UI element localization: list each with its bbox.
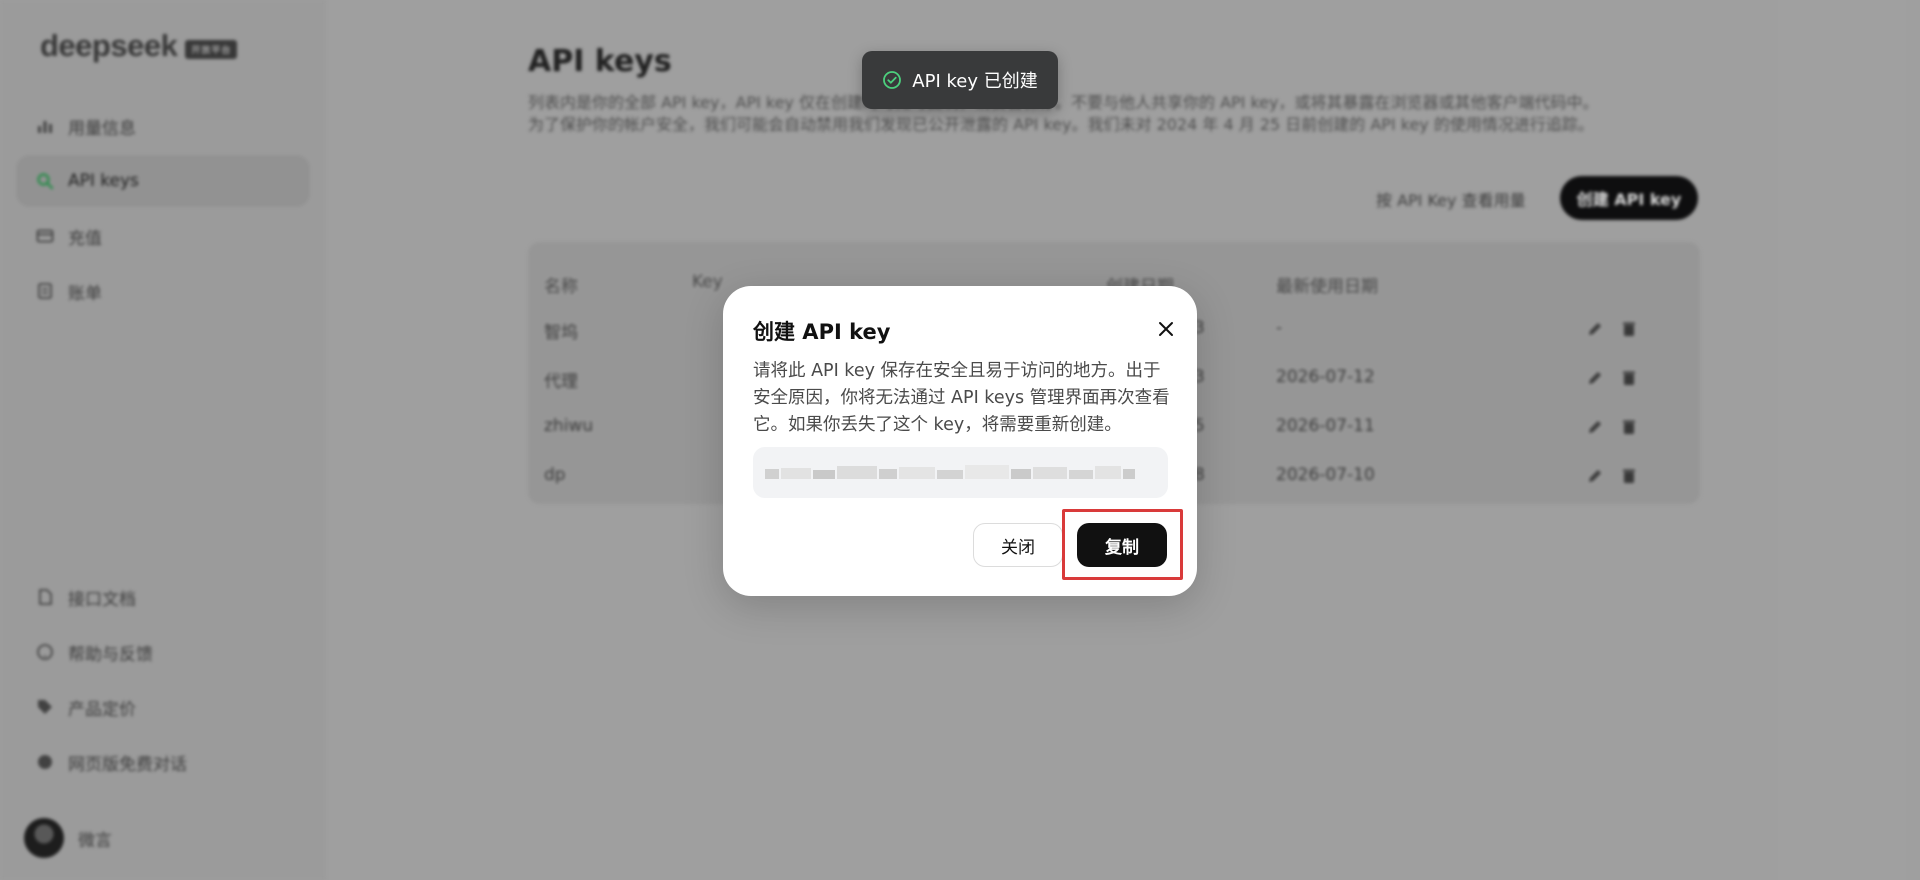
close-button[interactable]: 关闭 — [973, 523, 1063, 567]
dialog-message-line: 它。如果你丢失了这个 key，将需要重新创建。 — [753, 415, 1122, 435]
redacted-key-mosaic — [765, 465, 1135, 479]
close-icon[interactable] — [1151, 314, 1181, 344]
dialog-message-line: 请将此 API key 保存在安全且易于访问的地方。出于 — [753, 361, 1161, 381]
dialog-message: 请将此 API key 保存在安全且易于访问的地方。出于 安全原因，你将无法通过… — [753, 358, 1173, 439]
dialog-message-line: 安全原因，你将无法通过 API keys 管理界面再次查看 — [753, 388, 1170, 408]
dialog-title: 创建 API key — [753, 320, 891, 344]
check-circle-icon — [883, 71, 902, 89]
api-key-field[interactable] — [753, 447, 1168, 498]
create-api-key-dialog: 创建 API key 请将此 API key 保存在安全且易于访问的地方。出于 … — [723, 286, 1197, 596]
success-toast: API key 已创建 — [862, 51, 1058, 109]
copy-button[interactable]: 复制 — [1077, 523, 1167, 567]
toast-text: API key 已创建 — [912, 71, 1038, 92]
